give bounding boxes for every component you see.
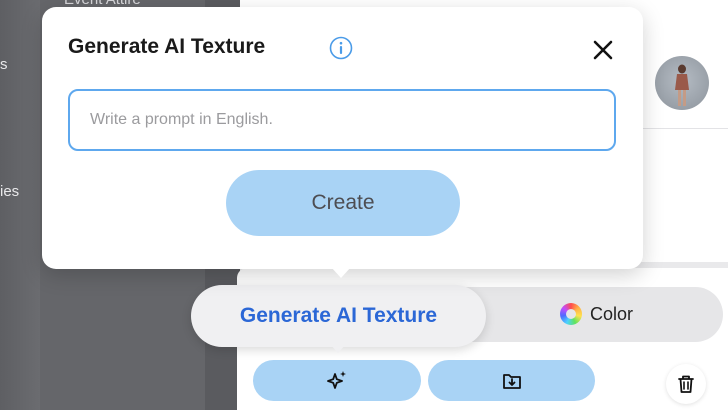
import-texture-button[interactable]	[428, 360, 595, 401]
color-wheel-icon	[560, 303, 582, 325]
generate-ai-texture-mode-label: Generate AI Texture	[239, 304, 438, 327]
avatar[interactable]	[655, 56, 709, 110]
close-button[interactable]	[588, 35, 618, 65]
info-icon[interactable]	[329, 36, 353, 60]
rail-item-label[interactable]: s	[0, 56, 8, 73]
prompt-input[interactable]	[68, 89, 616, 151]
tooltip-arrow	[330, 344, 346, 353]
generate-ai-texture-button[interactable]	[253, 360, 421, 401]
trash-icon	[678, 375, 694, 393]
rail-item-label[interactable]: ies	[0, 183, 19, 200]
color-mode-option[interactable]: Color	[560, 298, 633, 330]
sparkle-icon	[327, 370, 346, 389]
dialog-title: Generate AI Texture	[68, 35, 266, 58]
color-mode-label: Color	[590, 303, 634, 324]
left-rail: s ies	[0, 0, 40, 410]
close-icon	[593, 40, 613, 60]
import-icon	[502, 373, 521, 389]
generate-ai-texture-mode-option[interactable]: Generate AI Texture	[191, 285, 486, 347]
generate-ai-texture-dialog: Generate AI Texture Create	[42, 7, 643, 269]
create-button[interactable]: Create	[226, 170, 460, 236]
delete-button[interactable]	[666, 364, 706, 404]
dialog-pointer	[331, 267, 351, 278]
